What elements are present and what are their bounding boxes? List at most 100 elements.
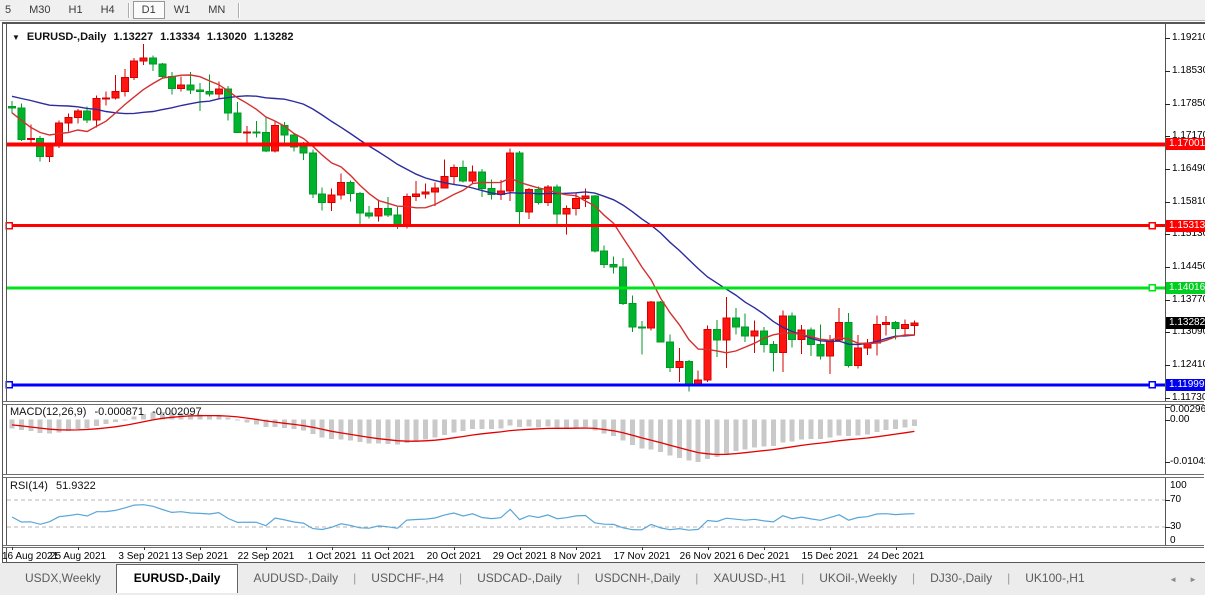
date-axis-label: 8 Nov 2021 [550,551,602,562]
date-axis-label: 20 Oct 2021 [426,551,482,562]
ohlc-close: 1.13282 [253,31,294,43]
window-border-left-inner [6,24,7,562]
tab-ukoil-weekly[interactable]: UKOil-,Weekly [804,567,912,589]
date-axis-label: 29 Oct 2021 [492,551,548,562]
chart-ohlc-header: ▼ EURUSD-,Daily 1.13227 1.13334 1.13020 … [12,31,293,43]
price-axis-label: 1.15810 [1172,196,1205,207]
rsi-axis-label: 100 [1170,480,1187,491]
tab-scroll-arrows: ◄ ► [1169,575,1197,584]
date-axis-separator [3,545,1204,548]
symbol-dropdown-icon: ▼ [12,32,20,42]
date-axis-tick [332,547,333,550]
tab-usdchf-h4[interactable]: USDCHF-,H4 [356,567,459,589]
date-axis-tick [708,547,709,550]
date-axis-tick [830,547,831,550]
date-axis-tick [764,547,765,550]
tab-usdx-weekly[interactable]: USDX,Weekly [10,567,116,589]
price-axis-label: 1.11730 [1172,392,1205,403]
date-axis-tick [12,547,13,550]
current-price-badge: 1.13282 [1166,317,1205,329]
price-axis-tick [1165,104,1170,105]
level-price-badge: 1.11999 [1166,379,1205,391]
price-axis-tick [1165,234,1170,235]
tab-usdcnh-daily[interactable]: USDCNH-,Daily [580,567,695,589]
date-axis-tick [896,547,897,550]
panel-splitter-rsi[interactable] [3,474,1204,478]
price-axis-label: 1.14450 [1172,261,1205,272]
macd-axis-label: 0.00 [1170,414,1190,425]
date-axis-tick [266,547,267,550]
date-axis-label: 24 Dec 2021 [867,551,925,562]
date-axis-tick [388,547,389,550]
tab-uk100-h1[interactable]: UK100-,H1 [1010,567,1099,589]
level-handle[interactable] [1148,381,1156,389]
date-axis-label: 15 Dec 2021 [801,551,859,562]
ohlc-open: 1.13227 [113,31,154,43]
tab-eurusd-daily[interactable]: EURUSD-,Daily [115,564,239,593]
date-axis-tick [144,547,145,550]
price-axis-tick [1165,136,1170,137]
macd-axis-label: -0.010425 [1170,456,1205,467]
date-axis-tick [576,547,577,550]
price-axis-label: 1.17850 [1172,98,1205,109]
price-axis-tick [1165,398,1170,399]
level-price-badge: 1.15313 [1166,220,1205,232]
macd-panel-label: MACD(12,26,9) -0.000871 -0.002097 [10,406,207,418]
date-axis-label: 1 Oct 2021 [307,551,357,562]
window-border-left-outer [2,22,3,562]
rsi-line [11,504,915,531]
window-border-top [2,22,1205,24]
level-price-badge: 1.17001 [1166,138,1205,150]
level-handle[interactable] [1148,284,1156,292]
price-axis-label: 1.13770 [1172,294,1205,305]
rsi-value: 51.9322 [55,480,96,492]
price-axis-label: 1.12410 [1172,359,1205,370]
tab-dj30-daily[interactable]: DJ30-,Daily [915,567,1007,589]
date-axis-tick [200,547,201,550]
price-axis-tick [1165,332,1170,333]
macd-value-signal: -0.002097 [152,406,202,418]
price-axis-tick [1165,300,1170,301]
price-axis-tick [1165,267,1170,268]
tab-scroll-left-icon[interactable]: ◄ [1169,575,1177,584]
price-axis-tick [1165,71,1170,72]
rsi-name: RSI(14) [10,480,48,492]
trading-terminal: 5 M30 H1 H4 D1 W1 MN ▼ EURUSD-,Daily 1.13227 1… [0,0,1205,595]
level-price-badge: 1.14016 [1166,282,1205,294]
date-axis-tick [78,547,79,550]
rsi-panel-label: RSI(14) 51.9322 [10,480,101,492]
panel-splitter-macd[interactable] [3,401,1204,405]
tab-xauusd-h1[interactable]: XAUUSD-,H1 [698,567,801,589]
ohlc-high: 1.13334 [160,31,200,43]
fast-ma-line [11,74,915,354]
rsi-axis-label: 30 [1170,521,1182,532]
chart-symbol-label: EURUSD-,Daily [26,31,107,43]
tab-scroll-right-icon[interactable]: ► [1189,575,1197,584]
rsi-axis-label: 0 [1170,535,1176,546]
level-handle[interactable] [1148,221,1156,230]
candlesticks [8,44,919,392]
symbol-tabbar: USDX,Weekly EURUSD-,Daily AUDUSD-,Daily | US… [0,563,1205,595]
date-axis-label: 26 Nov 2021 [679,551,737,562]
price-chart-canvas[interactable] [0,0,1205,595]
slow-ma-line [11,95,915,346]
date-axis-tick [642,547,643,550]
price-axis-tick [1165,169,1170,170]
macd-value-main: -0.000871 [94,406,145,418]
ohlc-low: 1.13020 [206,31,247,43]
date-axis-label: 6 Dec 2021 [738,551,790,562]
price-axis-tick [1165,202,1170,203]
date-axis-label: 13 Sep 2021 [171,551,229,562]
date-axis-label: 3 Sep 2021 [118,551,170,562]
date-axis-label: 17 Nov 2021 [613,551,671,562]
date-axis-tick [454,547,455,550]
price-axis-tick [1165,38,1170,39]
rsi-axis-label: 70 [1170,494,1182,505]
date-axis-tick [520,547,521,550]
date-axis-label: 25 Aug 2021 [49,551,107,562]
tab-audusd-daily[interactable]: AUDUSD-,Daily [238,567,353,589]
date-axis-label: 22 Sep 2021 [237,551,295,562]
price-axis-label: 1.16490 [1172,163,1205,174]
price-axis-tick [1165,365,1170,366]
tab-usdcad-daily[interactable]: USDCAD-,Daily [462,567,577,589]
